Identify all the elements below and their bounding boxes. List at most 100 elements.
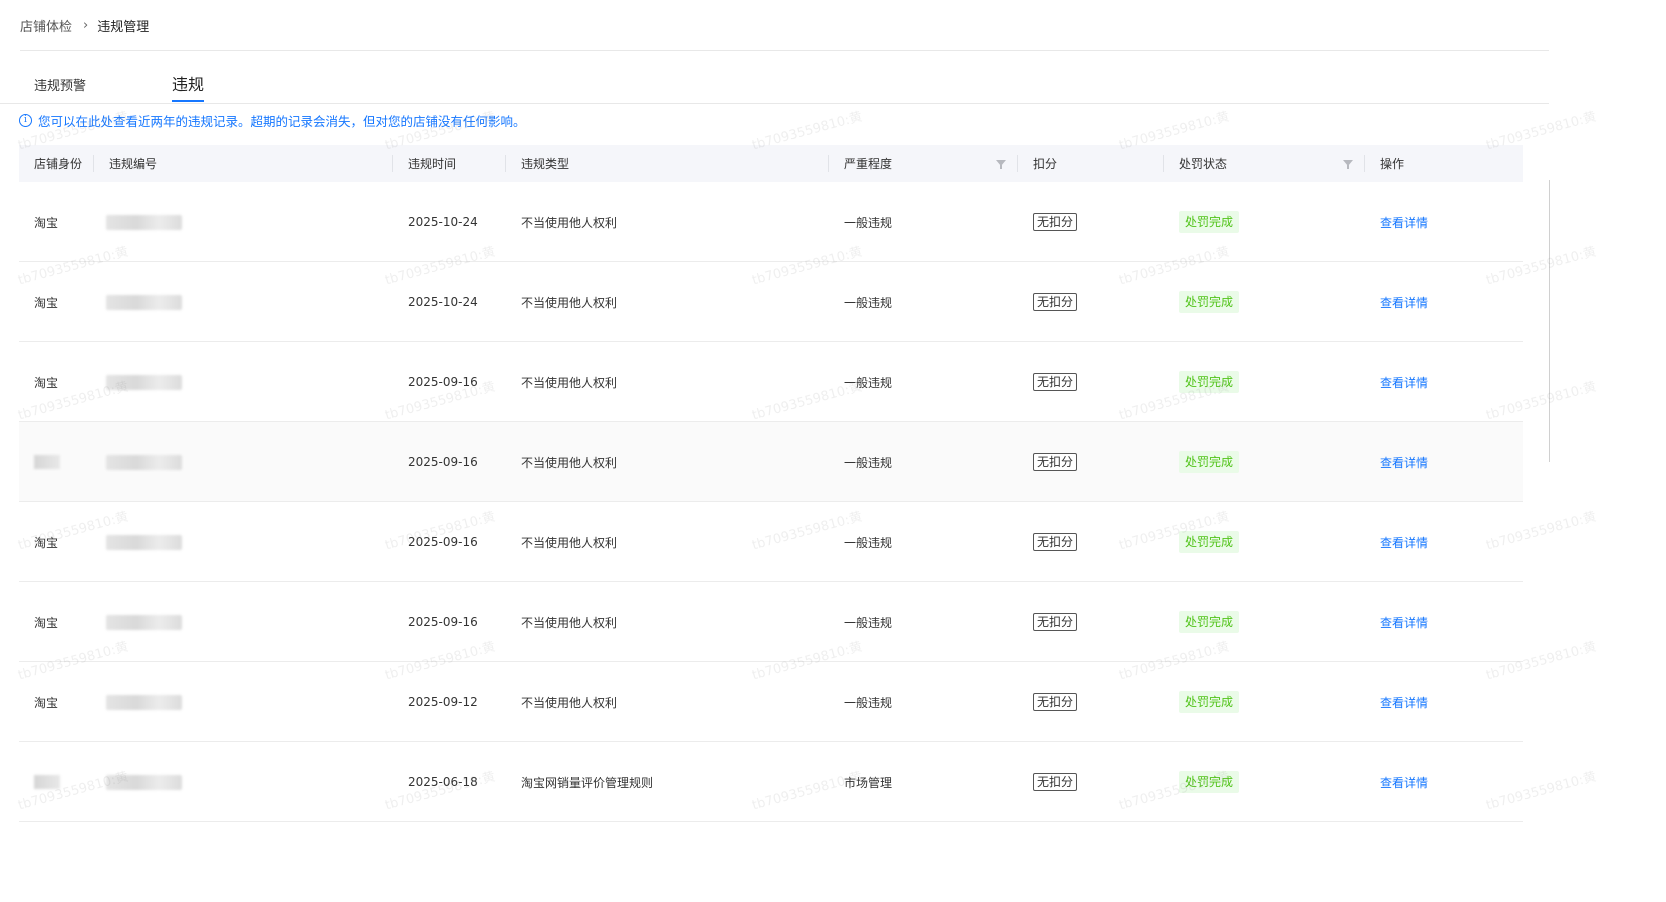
filter-icon[interactable] xyxy=(1343,160,1353,169)
cell-shop: 淘宝 xyxy=(34,182,58,262)
cell-action: 查看详情 xyxy=(1380,742,1428,822)
cell-violation-no xyxy=(106,262,182,342)
breadcrumb-parent[interactable]: 店铺体检 xyxy=(20,16,72,35)
view-details-link[interactable]: 查看详情 xyxy=(1380,294,1428,311)
cell-shop xyxy=(34,742,60,822)
redacted-violation-no xyxy=(106,374,182,390)
cell-date: 2025-06-18 xyxy=(408,742,478,822)
view-details-link[interactable]: 查看详情 xyxy=(1380,454,1428,471)
cell-type: 淘宝网销量评价管理规则 xyxy=(521,742,653,822)
table-header: 店铺身份 违规编号 违规时间 违规类型 严重程度 扣分 处罚状态 操作 xyxy=(19,145,1523,182)
cell-status: 处罚完成 xyxy=(1179,502,1240,582)
column-points-label: 扣分 xyxy=(1033,157,1058,171)
table-row: 淘宝 2025-10-24 不当使用他人权利 一般违规 无扣分 处罚完成 查看详… xyxy=(19,262,1523,342)
redacted-violation-no xyxy=(106,614,182,630)
violation-type: 不当使用他人权利 xyxy=(521,455,618,470)
column-violation-type: 违规类型 xyxy=(505,145,570,182)
cell-type: 不当使用他人权利 xyxy=(521,582,617,662)
redacted-violation-no xyxy=(106,694,182,710)
column-action: 操作 xyxy=(1364,145,1404,182)
violation-table: 店铺身份 违规编号 违规时间 违规类型 严重程度 扣分 处罚状态 操作 淘宝 2… xyxy=(19,145,1523,822)
view-details-link[interactable]: 查看详情 xyxy=(1380,694,1428,711)
cell-severity: 一般违规 xyxy=(844,422,892,502)
cell-type: 不当使用他人权利 xyxy=(521,502,617,582)
cell-violation-no xyxy=(106,742,182,822)
table-row: 淘宝 2025-09-16 不当使用他人权利 一般违规 无扣分 处罚完成 查看详… xyxy=(19,342,1523,422)
violation-date: 2025-09-12 xyxy=(408,695,478,709)
view-details-link[interactable]: 查看详情 xyxy=(1380,374,1428,391)
points-tag: 无扣分 xyxy=(1033,373,1078,391)
status-badge: 处罚完成 xyxy=(1179,211,1240,233)
violation-date: 2025-09-16 xyxy=(408,535,478,549)
points-tag: 无扣分 xyxy=(1033,693,1078,711)
info-icon: i xyxy=(19,114,32,127)
violation-type: 不当使用他人权利 xyxy=(521,615,618,630)
severity-level: 一般违规 xyxy=(844,455,893,470)
shop-identity: 淘宝 xyxy=(34,695,59,710)
points-tag: 无扣分 xyxy=(1033,613,1078,631)
cell-severity: 一般违规 xyxy=(844,182,892,262)
cell-status: 处罚完成 xyxy=(1179,662,1240,742)
violation-date: 2025-09-16 xyxy=(408,375,478,389)
cell-type: 不当使用他人权利 xyxy=(521,262,617,342)
column-divider xyxy=(1163,155,1164,172)
status-badge: 处罚完成 xyxy=(1179,531,1240,553)
cell-action: 查看详情 xyxy=(1380,262,1428,342)
table-row: 淘宝 2025-09-12 不当使用他人权利 一般违规 无扣分 处罚完成 查看详… xyxy=(19,662,1523,742)
view-details-link[interactable]: 查看详情 xyxy=(1380,614,1428,631)
tab-violation-label: 违规 xyxy=(172,75,205,94)
cell-shop: 淘宝 xyxy=(34,582,58,662)
status-badge: 处罚完成 xyxy=(1179,291,1240,313)
cell-action: 查看详情 xyxy=(1380,422,1428,502)
cell-points: 无扣分 xyxy=(1033,502,1078,582)
cell-action: 查看详情 xyxy=(1380,342,1428,422)
table-row: 淘宝 2025-10-24 不当使用他人权利 一般违规 无扣分 处罚完成 查看详… xyxy=(19,182,1523,262)
redacted-shop-identity xyxy=(34,455,60,469)
filter-icon[interactable] xyxy=(996,160,1006,169)
violation-date: 2025-09-16 xyxy=(408,455,478,469)
column-severity: 严重程度 xyxy=(828,145,1009,182)
tab-violation[interactable]: 违规 xyxy=(172,71,205,102)
column-violation-time-label: 违规时间 xyxy=(408,157,457,171)
redacted-violation-no xyxy=(106,454,182,470)
cell-points: 无扣分 xyxy=(1033,182,1078,262)
cell-shop: 淘宝 xyxy=(34,342,58,422)
view-details-link[interactable]: 查看详情 xyxy=(1380,214,1428,231)
breadcrumb: 店铺体检 › 违规管理 xyxy=(20,0,1549,51)
cell-severity: 一般违规 xyxy=(844,262,892,342)
redacted-violation-no xyxy=(106,534,182,550)
scrollbar[interactable] xyxy=(1549,180,1550,462)
tab-violation-warning[interactable]: 违规预警 xyxy=(34,75,86,94)
cell-status: 处罚完成 xyxy=(1179,262,1240,342)
view-details-link[interactable]: 查看详情 xyxy=(1380,774,1428,791)
shop-identity: 淘宝 xyxy=(34,215,59,230)
cell-violation-no xyxy=(106,182,182,262)
status-badge: 处罚完成 xyxy=(1179,771,1240,793)
cell-shop xyxy=(34,422,60,502)
column-divider xyxy=(1017,155,1018,172)
violation-type: 不当使用他人权利 xyxy=(521,215,618,230)
table-row: 2025-09-16 不当使用他人权利 一般违规 无扣分 处罚完成 查看详情 xyxy=(19,422,1523,502)
cell-shop: 淘宝 xyxy=(34,662,58,742)
cell-violation-no xyxy=(106,422,182,502)
points-tag: 无扣分 xyxy=(1033,533,1078,551)
cell-points: 无扣分 xyxy=(1033,342,1078,422)
points-tag: 无扣分 xyxy=(1033,773,1078,791)
cell-status: 处罚完成 xyxy=(1179,422,1240,502)
column-divider xyxy=(93,155,94,172)
column-status: 处罚状态 xyxy=(1163,145,1359,182)
column-violation-type-label: 违规类型 xyxy=(521,157,570,171)
violation-type: 不当使用他人权利 xyxy=(521,535,618,550)
notice-banner: i 您可以在此处查看近两年的违规记录。超期的记录会消失，但对您的店铺没有任何影响… xyxy=(19,111,526,130)
view-details-link[interactable]: 查看详情 xyxy=(1380,534,1428,551)
severity-level: 市场管理 xyxy=(844,775,893,790)
cell-type: 不当使用他人权利 xyxy=(521,342,617,422)
redacted-shop-identity xyxy=(34,775,60,789)
points-tag: 无扣分 xyxy=(1033,453,1078,471)
column-status-label: 处罚状态 xyxy=(1179,157,1228,171)
cell-status: 处罚完成 xyxy=(1179,582,1240,662)
points-tag: 无扣分 xyxy=(1033,293,1078,311)
violation-date: 2025-09-16 xyxy=(408,615,478,629)
shop-identity: 淘宝 xyxy=(34,375,59,390)
tab-bar: 违规预警 违规 xyxy=(0,51,1549,104)
